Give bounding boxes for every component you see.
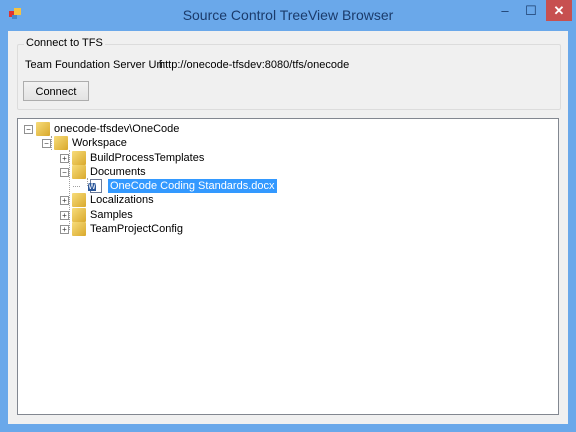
tree-node-label: OneCode Coding Standards.docx bbox=[108, 179, 277, 193]
expand-icon[interactable]: + bbox=[60, 154, 69, 163]
folder-icon bbox=[72, 151, 86, 165]
tree-node-label: BuildProcessTemplates bbox=[90, 152, 205, 164]
tree-node-label: onecode-tfsdev\OneCode bbox=[54, 123, 180, 135]
maximize-button[interactable]: ☐ bbox=[518, 0, 544, 21]
expand-icon[interactable]: + bbox=[60, 225, 69, 234]
source-control-tree[interactable]: − onecode-tfsdev\OneCode − Workspace + BuildP… bbox=[17, 118, 559, 415]
window-title: Source Control TreeView Browser bbox=[182, 7, 394, 23]
tree-node[interactable]: + TeamProjectConfig bbox=[18, 222, 548, 236]
tree-node[interactable]: − onecode-tfsdev\OneCode bbox=[18, 122, 548, 136]
client-area: Connect to TFS Team Foundation Server Ur… bbox=[8, 31, 568, 424]
tree-node[interactable]: + Localizations bbox=[18, 193, 548, 207]
folder-icon bbox=[36, 122, 50, 136]
expand-icon[interactable]: + bbox=[60, 211, 69, 220]
window: Source Control TreeView Browser – ☐ ✕ Co… bbox=[0, 0, 576, 432]
tree-node-label: Documents bbox=[90, 166, 146, 178]
tree-node[interactable]: + BuildProcessTemplates bbox=[18, 151, 548, 165]
collapse-icon[interactable]: − bbox=[42, 139, 51, 148]
tree-node-label: Samples bbox=[90, 209, 133, 221]
folder-icon bbox=[72, 208, 86, 222]
tree-node-label: TeamProjectConfig bbox=[90, 223, 183, 235]
tree-node[interactable]: OneCode Coding Standards.docx bbox=[18, 179, 548, 193]
folder-icon bbox=[72, 193, 86, 207]
tree-node-label: Workspace bbox=[72, 137, 127, 149]
connect-button[interactable]: Connect bbox=[23, 81, 89, 101]
tree-node[interactable]: − Workspace bbox=[18, 136, 548, 150]
collapse-icon[interactable]: − bbox=[24, 125, 33, 134]
groupbox-label: Connect to TFS bbox=[24, 37, 105, 49]
connect-groupbox: Connect to TFS Team Foundation Server Ur… bbox=[17, 37, 561, 110]
folder-icon bbox=[72, 165, 86, 179]
server-uri-label: Team Foundation Server Uri: bbox=[25, 59, 166, 71]
collapse-icon[interactable]: − bbox=[60, 168, 69, 177]
expand-icon[interactable]: + bbox=[60, 196, 69, 205]
minimize-button[interactable]: – bbox=[492, 0, 518, 21]
folder-icon bbox=[72, 222, 86, 236]
tree-node[interactable]: + Samples bbox=[18, 208, 548, 222]
tree-node[interactable]: − Documents bbox=[18, 165, 548, 179]
tree-connector-line bbox=[73, 186, 80, 187]
close-button[interactable]: ✕ bbox=[546, 0, 572, 21]
word-document-icon bbox=[88, 179, 102, 193]
server-uri-value: http://onecode-tfsdev:8080/tfs/onecode bbox=[159, 59, 350, 71]
folder-icon bbox=[54, 136, 68, 150]
tree-node-label: Localizations bbox=[90, 194, 154, 206]
title-bar: Source Control TreeView Browser – ☐ ✕ bbox=[0, 0, 576, 31]
